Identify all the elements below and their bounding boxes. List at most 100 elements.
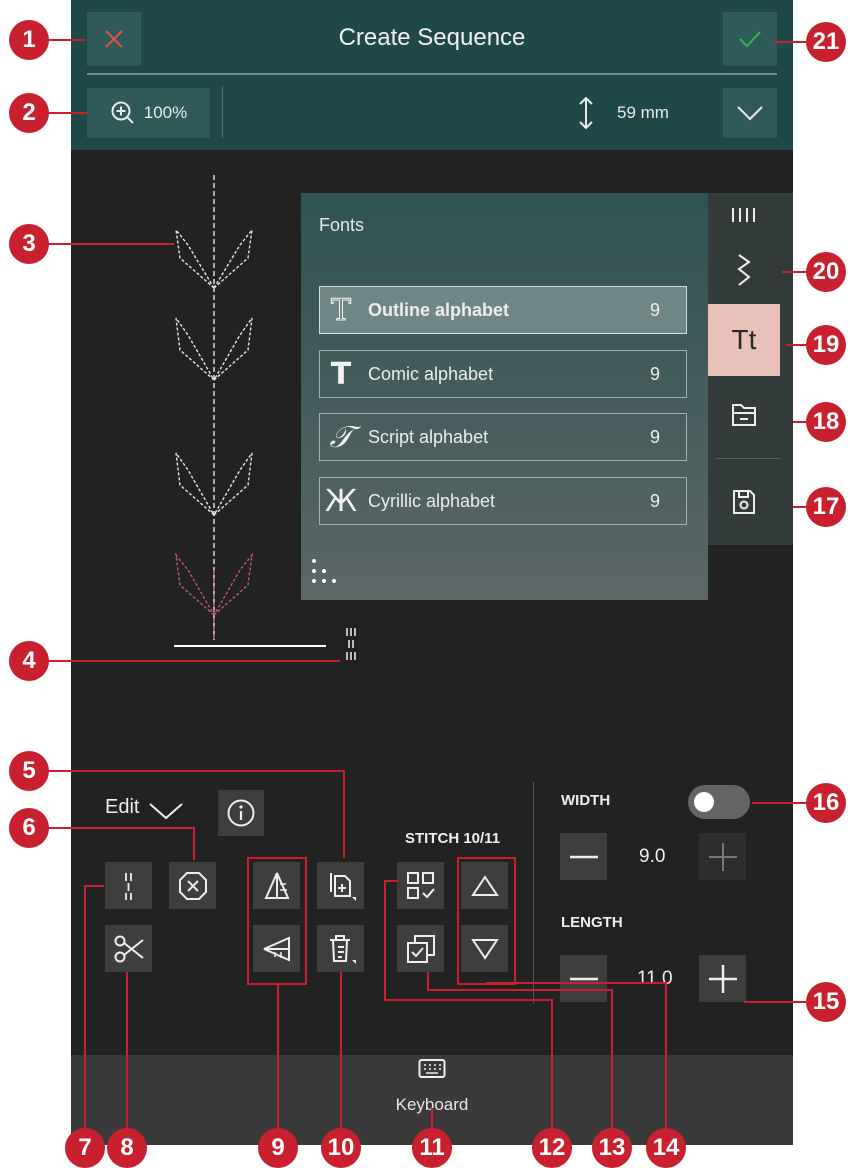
width-increase-button[interactable] bbox=[699, 833, 746, 880]
callout-line-7a bbox=[84, 885, 86, 1148]
callout-19: 19 bbox=[806, 325, 846, 365]
checkmark-icon bbox=[739, 31, 761, 48]
edit-label: Edit bbox=[105, 796, 140, 818]
font-item-outline[interactable]: T Outline alphabet 9 bbox=[319, 286, 687, 334]
font-label: Script alphabet bbox=[368, 426, 489, 447]
callout-15: 15 bbox=[806, 982, 846, 1022]
width-toggle[interactable] bbox=[688, 785, 750, 819]
callout-16: 16 bbox=[806, 783, 846, 823]
tab-fonts[interactable]: Tt bbox=[708, 304, 780, 376]
info-icon bbox=[227, 799, 255, 827]
callout-line-13a bbox=[427, 972, 429, 990]
save-icon bbox=[733, 490, 755, 514]
callout-line-19 bbox=[786, 344, 808, 346]
stitch-column-icon bbox=[124, 872, 132, 900]
callout-box-14 bbox=[457, 857, 516, 985]
multi-select-button[interactable] bbox=[397, 925, 444, 972]
stitch-bars-icon bbox=[732, 208, 755, 222]
zoom-in-icon bbox=[111, 101, 134, 124]
font-item-cyrillic[interactable]: Ж Cyrillic alphabet 9 bbox=[319, 477, 687, 525]
toggle-knob bbox=[694, 792, 714, 812]
zoom-button[interactable]: 100% bbox=[87, 88, 210, 138]
toolbar-divider bbox=[222, 86, 223, 138]
minus-icon bbox=[569, 977, 598, 980]
stitch-counter: STITCH 10/11 bbox=[405, 830, 501, 847]
sewing-machine-screen: Create Sequence 100% 59 mm Fonts T Outli… bbox=[71, 0, 793, 1145]
duplicate-button[interactable] bbox=[317, 862, 364, 909]
callout-line-12a bbox=[384, 880, 386, 1000]
callout-6: 6 bbox=[9, 808, 49, 848]
callout-5: 5 bbox=[9, 751, 49, 791]
callout-7: 7 bbox=[65, 1128, 105, 1168]
length-increase-button[interactable] bbox=[699, 955, 746, 1002]
delete-button[interactable] bbox=[317, 925, 364, 972]
scissors-icon bbox=[114, 935, 144, 962]
expand-button[interactable] bbox=[723, 88, 777, 138]
callout-14: 14 bbox=[646, 1128, 686, 1168]
callout-4: 4 bbox=[9, 641, 49, 681]
callout-line-14a bbox=[486, 982, 666, 984]
edit-dropdown-icon[interactable] bbox=[147, 800, 185, 822]
length-decrease-button[interactable] bbox=[560, 955, 607, 1002]
keyboard-icon[interactable] bbox=[418, 1058, 446, 1080]
callout-line-5b bbox=[343, 770, 345, 858]
delete-stitch-button[interactable] bbox=[169, 862, 216, 909]
callout-11: 11 bbox=[412, 1128, 452, 1168]
panel-resize-handle-icon[interactable] bbox=[311, 557, 345, 587]
header-divider bbox=[87, 73, 777, 75]
callout-line-5a bbox=[48, 770, 343, 772]
zigzag-stitch-icon bbox=[737, 254, 751, 286]
font-count: 9 bbox=[650, 426, 661, 447]
callout-8: 8 bbox=[107, 1128, 147, 1168]
font-label: Outline alphabet bbox=[368, 299, 510, 320]
font-count: 9 bbox=[650, 299, 661, 320]
multi-select-icon bbox=[406, 934, 435, 963]
callout-line-10 bbox=[340, 972, 342, 1148]
tab-open-file[interactable] bbox=[708, 383, 780, 445]
stitch-height-readout: 59 mm bbox=[577, 88, 669, 138]
plus-icon bbox=[708, 964, 737, 993]
folder-icon bbox=[732, 404, 756, 426]
tab-stitch-menu[interactable] bbox=[708, 197, 780, 233]
chevron-down-icon bbox=[737, 106, 763, 121]
callout-9: 9 bbox=[258, 1128, 298, 1168]
select-grid-icon bbox=[406, 871, 435, 899]
stitch-position-icon[interactable] bbox=[341, 626, 361, 662]
callout-line-9 bbox=[277, 985, 279, 1148]
callout-line-21 bbox=[774, 41, 808, 43]
callout-line-13b bbox=[427, 989, 612, 991]
callout-20: 20 bbox=[806, 252, 846, 292]
callout-3: 3 bbox=[9, 224, 49, 264]
delete-octagon-icon bbox=[178, 871, 207, 900]
select-all-button[interactable] bbox=[397, 862, 444, 909]
callout-line-20 bbox=[782, 271, 808, 273]
callout-2: 2 bbox=[9, 93, 49, 133]
callout-10: 10 bbox=[321, 1128, 361, 1168]
callout-box-9 bbox=[247, 857, 307, 985]
tab-save[interactable] bbox=[708, 467, 780, 537]
tab-stitches[interactable] bbox=[708, 241, 780, 299]
callout-line-14b bbox=[665, 982, 667, 1148]
callout-line-16 bbox=[752, 802, 808, 804]
width-decrease-button[interactable] bbox=[560, 833, 607, 880]
page-title: Create Sequence bbox=[338, 24, 526, 51]
width-value: 9.0 bbox=[639, 846, 666, 867]
duplicate-icon bbox=[329, 872, 356, 901]
cut-button[interactable] bbox=[105, 925, 152, 972]
cyrillic-font-icon: Ж bbox=[324, 483, 358, 519]
info-button[interactable] bbox=[218, 790, 264, 836]
confirm-button[interactable] bbox=[723, 12, 777, 66]
font-item-script[interactable]: 𝒯 Script alphabet 9 bbox=[319, 413, 687, 461]
callout-line-3 bbox=[48, 243, 174, 245]
mirror-sequence-button[interactable] bbox=[105, 862, 152, 909]
width-label: WIDTH bbox=[561, 792, 611, 809]
script-font-icon: 𝒯 bbox=[329, 419, 353, 455]
fonts-panel: Fonts T Outline alphabet 9 T Comic alpha… bbox=[301, 193, 708, 600]
zoom-level: 100% bbox=[143, 103, 188, 122]
callout-17: 17 bbox=[806, 487, 846, 527]
outline-font-icon: T bbox=[330, 292, 351, 328]
callout-line-12b bbox=[384, 999, 552, 1001]
callout-line-15 bbox=[744, 1001, 806, 1003]
callout-line-1 bbox=[48, 39, 86, 41]
font-item-comic[interactable]: T Comic alphabet 9 bbox=[319, 350, 687, 398]
